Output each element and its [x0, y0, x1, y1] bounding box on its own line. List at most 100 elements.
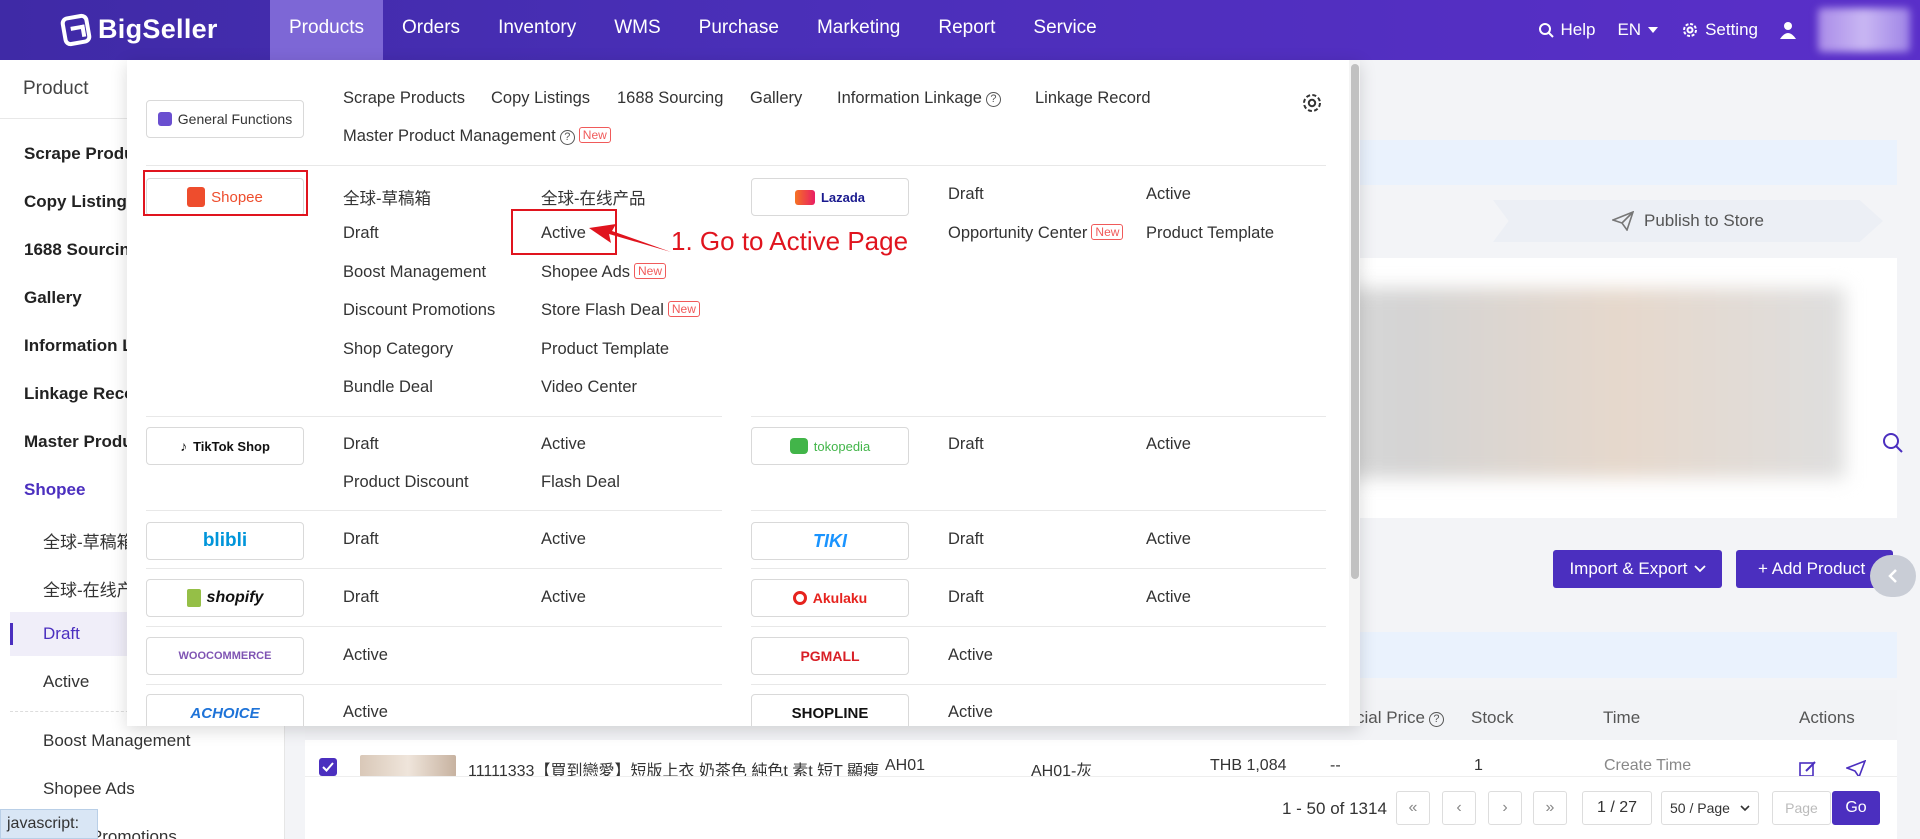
menu-lazada-draft[interactable]: Draft: [948, 185, 984, 204]
menu-shopee-bundle-deal[interactable]: Bundle Deal: [343, 378, 433, 397]
sidebar-item-copy-listings[interactable]: Copy Listings: [24, 192, 136, 212]
menu-master-product-management[interactable]: Master Product Management? New: [343, 127, 611, 146]
page-input[interactable]: Page: [1772, 791, 1831, 825]
tokopedia-logo[interactable]: tokopedia: [751, 427, 909, 465]
menu-shopee-store-flash-deal[interactable]: Store Flash Deal New: [541, 301, 700, 320]
page-indicator[interactable]: 1 / 27: [1582, 791, 1652, 825]
menu-blibli-active[interactable]: Active: [541, 530, 586, 549]
product-thumbnail[interactable]: [360, 755, 456, 777]
achoice-logo[interactable]: ACHOICE: [146, 694, 304, 726]
menu-tiki-draft[interactable]: Draft: [948, 530, 984, 549]
sidebar-item-1688-sourcing[interactable]: 1688 Sourcing: [24, 240, 140, 260]
sidebar-sub-active[interactable]: Active: [43, 672, 89, 692]
akulaku-logo[interactable]: Akulaku: [751, 579, 909, 617]
menu-gallery[interactable]: Gallery: [750, 89, 802, 108]
sidebar-item-linkage-record[interactable]: Linkage Recor: [24, 384, 141, 404]
user-name-blurred[interactable]: [1818, 8, 1910, 52]
next-page-icon[interactable]: ›: [1488, 791, 1522, 825]
pgmall-logo[interactable]: PGMALL: [751, 637, 909, 675]
menu-shopee-draft[interactable]: Draft: [343, 224, 379, 243]
lazada-logo[interactable]: Lazada: [751, 178, 909, 216]
nav-products[interactable]: Products: [270, 0, 383, 60]
nav-purchase[interactable]: Purchase: [680, 0, 798, 60]
menu-1688-sourcing[interactable]: 1688 Sourcing: [617, 89, 723, 108]
menu-shopline-active[interactable]: Active: [948, 703, 993, 722]
caret-down-icon: [1648, 27, 1659, 33]
sidebar-sub-shopee-ads[interactable]: Shopee Ads: [43, 779, 135, 799]
menu-scrollbar-thumb[interactable]: [1351, 64, 1359, 579]
last-page-icon[interactable]: »: [1533, 791, 1567, 825]
blibli-logo[interactable]: blibli: [146, 522, 304, 560]
menu-shopee-product-template[interactable]: Product Template: [541, 340, 669, 359]
menu-lazada-active[interactable]: Active: [1146, 185, 1191, 204]
sidebar-item-scrape-products[interactable]: Scrape Produc: [24, 144, 144, 164]
general-functions-button[interactable]: General Functions: [146, 100, 304, 138]
menu-shopee-ads[interactable]: Shopee Ads New: [541, 263, 667, 282]
per-page-select[interactable]: 50 / Page: [1661, 791, 1759, 825]
top-nav: BigSeller Products Orders Inventory WMS …: [0, 0, 1920, 60]
menu-tiktok-flash-deal[interactable]: Flash Deal: [541, 473, 620, 492]
menu-blibli-draft[interactable]: Draft: [343, 530, 379, 549]
woocommerce-logo[interactable]: WOOCOMMERCE: [146, 637, 304, 675]
sidebar-item-shopee[interactable]: Shopee: [24, 480, 85, 500]
first-page-icon[interactable]: «: [1396, 791, 1430, 825]
menu-woo-active[interactable]: Active: [343, 646, 388, 665]
nav-service[interactable]: Service: [1014, 0, 1115, 60]
setting-link[interactable]: Setting: [1681, 20, 1758, 40]
menu-tokopedia-draft[interactable]: Draft: [948, 435, 984, 454]
menu-tiki-active[interactable]: Active: [1146, 530, 1191, 549]
language-select[interactable]: EN: [1617, 20, 1659, 40]
user-icon[interactable]: [1780, 21, 1796, 39]
sidebar-sub-boost-management[interactable]: Boost Management: [43, 731, 190, 751]
menu-shopee-global-draft[interactable]: 全球-草稿箱: [343, 185, 431, 209]
menu-tiktok-draft[interactable]: Draft: [343, 435, 379, 454]
nav-marketing[interactable]: Marketing: [798, 0, 919, 60]
shopify-logo[interactable]: shopify: [146, 579, 304, 617]
menu-shopify-active[interactable]: Active: [541, 588, 586, 607]
sidebar-item-master-product[interactable]: Master Produ: [24, 432, 133, 452]
menu-shopee-global-online[interactable]: 全球-在线产品: [541, 185, 646, 209]
product-price: THB 1,084: [1210, 757, 1287, 774]
menu-scrape-products[interactable]: Scrape Products: [343, 89, 465, 108]
menu-tokopedia-active[interactable]: Active: [1146, 435, 1191, 454]
help-link[interactable]: Help: [1538, 20, 1595, 40]
menu-akulaku-active[interactable]: Active: [1146, 588, 1191, 607]
menu-akulaku-draft[interactable]: Draft: [948, 588, 984, 607]
import-export-button[interactable]: Import & Export: [1553, 550, 1722, 588]
tiktok-shop-logo[interactable]: ♪ TikTok Shop: [146, 427, 304, 465]
menu-pgmall-active[interactable]: Active: [948, 646, 993, 665]
sidebar-item-gallery[interactable]: Gallery: [24, 288, 82, 308]
menu-shopify-draft[interactable]: Draft: [343, 588, 379, 607]
sidebar-item-information-linkage[interactable]: Information Li: [24, 336, 137, 356]
menu-shopee-video-center[interactable]: Video Center: [541, 378, 637, 397]
sidebar-sub-global-online[interactable]: 全球-在线产: [43, 576, 134, 601]
go-button[interactable]: Go: [1832, 791, 1880, 825]
gear-icon[interactable]: [1300, 91, 1324, 115]
tiki-logo[interactable]: TIKI: [751, 522, 909, 560]
row-checkbox[interactable]: [319, 758, 337, 776]
menu-shopee-boost-management[interactable]: Boost Management: [343, 263, 486, 282]
menu-lazada-opportunity-center[interactable]: Opportunity Center New: [948, 224, 1124, 243]
nav-report[interactable]: Report: [919, 0, 1014, 60]
nav-inventory[interactable]: Inventory: [479, 0, 595, 60]
menu-information-linkage[interactable]: Information Linkage?: [837, 89, 1001, 108]
collapse-panel-button[interactable]: [1870, 555, 1916, 597]
menu-copy-listings[interactable]: Copy Listings: [491, 89, 590, 108]
search-icon[interactable]: [1882, 432, 1904, 454]
bigseller-logo[interactable]: BigSeller: [59, 12, 218, 47]
menu-achoice-active[interactable]: Active: [343, 703, 388, 722]
nav-wms[interactable]: WMS: [595, 0, 679, 60]
menu-tiktok-active[interactable]: Active: [541, 435, 586, 454]
menu-linkage-record[interactable]: Linkage Record: [1035, 89, 1151, 108]
menu-divider: [751, 626, 1326, 627]
add-product-button[interactable]: + Add Product: [1736, 550, 1893, 588]
menu-tiktok-product-discount[interactable]: Product Discount: [343, 473, 469, 492]
nav-orders[interactable]: Orders: [383, 0, 479, 60]
menu-lazada-product-template[interactable]: Product Template: [1146, 224, 1274, 243]
shopline-logo[interactable]: SHOPLINE: [751, 694, 909, 726]
menu-shopee-discount-promotions[interactable]: Discount Promotions: [343, 301, 495, 320]
sidebar-sub-global-draft[interactable]: 全球-草稿箱: [43, 528, 134, 553]
prev-page-icon[interactable]: ‹: [1442, 791, 1476, 825]
step-publish-label: Publish to Store: [1643, 211, 1764, 230]
menu-shopee-shop-category[interactable]: Shop Category: [343, 340, 453, 359]
